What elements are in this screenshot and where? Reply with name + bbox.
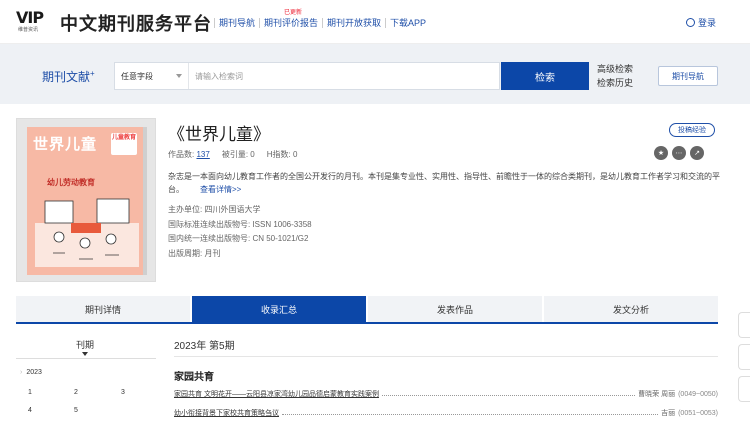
issue-header: 刊期 — [76, 340, 95, 350]
issue-1[interactable]: 1 — [28, 389, 32, 396]
cn: 国内统一连续出版物号: CN 50-1021/G2 — [168, 234, 309, 243]
external-link-icon[interactable]: ↗ — [690, 146, 704, 160]
year-label: 2023 — [26, 369, 42, 376]
leader-dots — [282, 410, 659, 415]
side-tool-button[interactable] — [738, 344, 750, 370]
cover-subtitle: 幼儿劳动教育 — [47, 178, 95, 187]
citation-count: 被引量: 0 — [222, 149, 255, 160]
nav-evaluation-report[interactable]: 期刊评价报告 已更新 — [260, 10, 322, 29]
side-tool-button[interactable] — [738, 312, 750, 338]
issue-5[interactable]: 5 — [74, 407, 78, 414]
logo-mark: VIP — [16, 8, 44, 27]
article-authors: 曹晓荣 周丽 — [638, 391, 676, 398]
issue-divider — [16, 358, 156, 359]
article-title[interactable]: 幼小衔接背景下家校共育策略刍议 — [174, 408, 279, 418]
section-title: 期刊文献+ — [42, 68, 95, 85]
h-index-label: H指数: — [266, 150, 291, 159]
nav-journal-navigation[interactable]: 期刊导航 — [215, 16, 259, 29]
cover-tag: 儿童教育 — [111, 133, 137, 155]
description-text: 杂志是一本面向幼儿教育工作者的全国公开发行的月刊。本刊是集专业性、实用性、指导性… — [168, 172, 720, 194]
tabs-underline — [16, 322, 718, 324]
h-index: H指数: 0 — [267, 149, 298, 160]
search-box: 任意字段 — [114, 62, 500, 90]
site-title[interactable]: 中文期刊服务平台 — [60, 10, 212, 36]
search-band: 期刊文献+ 任意字段 检索 高级检索 检索历史 期刊导航 — [0, 44, 750, 104]
search-history-link[interactable]: 检索历史 — [597, 76, 633, 90]
journal-nav-button[interactable]: 期刊导航 — [658, 66, 718, 86]
tab-journal-details[interactable]: 期刊详情 — [16, 296, 190, 322]
article-pages: (0051~0053) — [678, 410, 718, 417]
top-nav: 期刊导航 期刊评价报告 已更新 期刊开放获取 下载APP — [214, 10, 430, 29]
field-select[interactable]: 任意字段 — [115, 63, 189, 89]
tab-published-works[interactable]: 发表作品 — [368, 296, 542, 322]
nav-open-access[interactable]: 期刊开放获取 — [323, 16, 385, 29]
user-icon — [685, 18, 695, 27]
article-pages: (0049~0050) — [678, 391, 718, 398]
submit-experience-button[interactable]: 投稿经验 — [669, 123, 715, 137]
journal-meta: 主办单位: 四川外国语大学 国际标准连续出版物号: ISSN 1006-3358… — [168, 203, 312, 261]
caret-down-icon — [82, 352, 88, 356]
cover-frame: 世界儿童 儿童教育 幼儿劳动教育 — [16, 118, 156, 282]
journal-cover: 世界儿童 儿童教育 幼儿劳动教育 — [27, 127, 147, 275]
section-title-mark: + — [90, 69, 95, 78]
leader-dots — [381, 391, 636, 396]
works-count: 作品数: 137 — [168, 149, 210, 160]
section-title-text: 期刊文献 — [42, 70, 91, 84]
issue-2[interactable]: 2 — [74, 389, 78, 396]
contents-divider — [174, 356, 718, 357]
side-tools — [738, 312, 750, 402]
chevron-right-icon: › — [20, 369, 23, 376]
vip-logo[interactable]: VIP 维普资讯 — [16, 8, 54, 34]
search-input[interactable] — [189, 63, 499, 89]
advanced-search-link[interactable]: 高级检索 — [597, 62, 633, 76]
year-toggle[interactable]: › 2023 — [20, 369, 42, 376]
chevron-down-icon — [176, 74, 182, 78]
login-label: 登录 — [697, 18, 716, 28]
journal-title: 《世界儿童》 — [168, 125, 270, 144]
nav-evaluation-report-label: 期刊评价报告 — [264, 18, 319, 28]
field-select-value: 任意字段 — [121, 71, 153, 81]
nav-download-app[interactable]: 下载APP — [386, 16, 430, 29]
h-index-value: 0 — [292, 150, 298, 159]
column-heading: 家园共育 — [174, 372, 214, 383]
journal-actions: ★ ⋯ ↗ — [654, 146, 704, 160]
logo-subtext: 维普资讯 — [18, 27, 39, 33]
search-links: 高级检索 检索历史 — [597, 62, 633, 90]
cover-illustration — [35, 198, 139, 267]
cover-title: 世界儿童 — [33, 136, 98, 153]
side-tool-button[interactable] — [738, 376, 750, 402]
article-authors: 吉丽 — [661, 410, 676, 417]
top-bar: VIP 维普资讯 中文期刊服务平台 期刊导航 期刊评价报告 已更新 期刊开放获取… — [0, 0, 750, 44]
issn: 国际标准连续出版物号: ISSN 1006-3358 — [168, 219, 312, 229]
article-row: 家园共育 文明花开——云阳县凉家湾幼儿园品德启蒙教育实践案例 曹晓荣 周丽 (0… — [174, 389, 718, 399]
works-count-link[interactable]: 137 — [196, 150, 209, 159]
journal-description: 杂志是一本面向幼儿教育工作者的全国公开发行的月刊。本刊是集专业性、实用性、指导性… — [168, 170, 720, 196]
share-icon[interactable]: ⋯ — [672, 146, 686, 160]
updated-badge: 已更新 — [284, 10, 303, 16]
publisher: 主办单位: 四川外国语大学 — [168, 205, 261, 214]
works-count-label: 作品数: — [168, 150, 195, 159]
login-link[interactable]: 登录 — [685, 16, 716, 29]
search-button[interactable]: 检索 — [501, 62, 589, 90]
issue-title: 2023年 第5期 — [174, 341, 235, 352]
journal-stats: 作品数: 137 被引量: 0 H指数: 0 — [168, 149, 297, 160]
issue-3[interactable]: 3 — [121, 389, 125, 396]
article-row: 幼小衔接背景下家校共育策略刍议 吉丽 (0051~0053) — [174, 408, 718, 418]
view-details-link[interactable]: 查看详情>> — [200, 185, 241, 194]
tabs: 期刊详情 收录汇总 发表作品 发文分析 — [16, 296, 718, 322]
issue-4[interactable]: 4 — [28, 407, 32, 414]
citation-count-label: 被引量: — [221, 150, 249, 159]
article-title[interactable]: 家园共育 文明花开——云阳县凉家湾幼儿园品德启蒙教育实践案例 — [174, 389, 379, 399]
tab-collection-summary[interactable]: 收录汇总 — [192, 296, 366, 322]
publication-cycle: 出版周期: 月刊 — [168, 248, 221, 258]
citation-count-value: 0 — [250, 150, 255, 159]
star-icon[interactable]: ★ — [654, 146, 668, 160]
tab-publication-analysis[interactable]: 发文分析 — [544, 296, 718, 322]
